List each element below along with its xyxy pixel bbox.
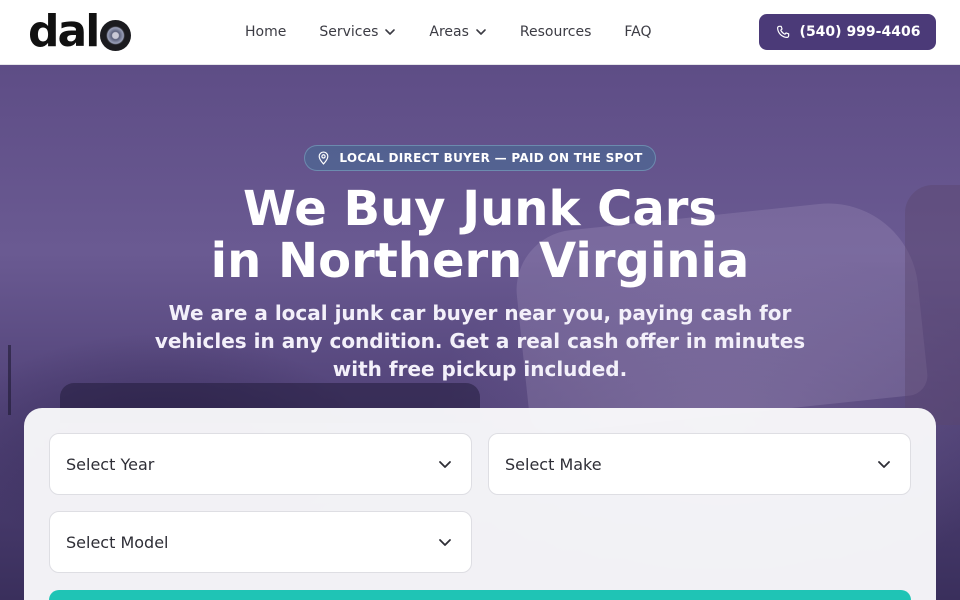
title-line-2: in Northern Virginia	[210, 233, 750, 289]
phone-icon	[776, 25, 789, 38]
location-badge: LOCAL DIRECT BUYER — PAID ON THE SPOT	[304, 145, 656, 171]
get-offer-button[interactable]	[49, 590, 911, 600]
nav-item-resources[interactable]: Resources	[520, 24, 592, 40]
nav-item-label: Areas	[429, 24, 469, 40]
year-select-value: Select Year	[66, 454, 155, 474]
nav-item-label: FAQ	[624, 24, 652, 40]
logo[interactable]: dal	[28, 6, 132, 57]
chevron-down-icon	[439, 461, 451, 468]
nav-item-label: Resources	[519, 24, 592, 40]
year-select[interactable]: Select Year	[49, 433, 472, 495]
model-select[interactable]: Select Model	[49, 511, 472, 573]
make-select-value: Select Make	[505, 454, 602, 474]
nav-item-label: Services	[319, 24, 379, 40]
wheel-icon	[100, 20, 132, 51]
hero-subtitle: We are a local junk car buyer near you, …	[154, 301, 806, 381]
chevron-down-icon	[878, 461, 890, 468]
make-select[interactable]: Select Make	[488, 433, 911, 495]
badge-label: LOCAL DIRECT BUYER — PAID ON THE SPOT	[339, 151, 643, 165]
nav-item-areas[interactable]: Areas	[429, 24, 487, 40]
chevron-down-icon	[476, 29, 486, 35]
nav-item-services[interactable]: Services	[319, 24, 396, 40]
phone-call-button[interactable]: (540) 999-4406	[759, 14, 936, 50]
site-header: dal Home Services Areas Resources FAQ (5…	[0, 0, 960, 65]
nav-item-label: Home	[245, 24, 287, 40]
phone-number: (540) 999-4406	[799, 24, 921, 40]
background-utility-pole	[8, 345, 11, 415]
map-pin-icon	[318, 151, 329, 165]
main-nav: Home Services Areas Resources FAQ	[245, 0, 685, 64]
page-title: We Buy Junk Cars in Northern Virginia	[0, 183, 960, 287]
chevron-down-icon	[439, 539, 451, 546]
chevron-down-icon	[385, 29, 396, 35]
nav-item-home[interactable]: Home	[245, 24, 286, 40]
nav-item-faq[interactable]: FAQ	[624, 24, 651, 40]
model-select-value: Select Model	[66, 532, 169, 552]
title-line-1: We Buy Junk Cars	[243, 181, 717, 237]
logo-text: dal	[28, 6, 100, 57]
